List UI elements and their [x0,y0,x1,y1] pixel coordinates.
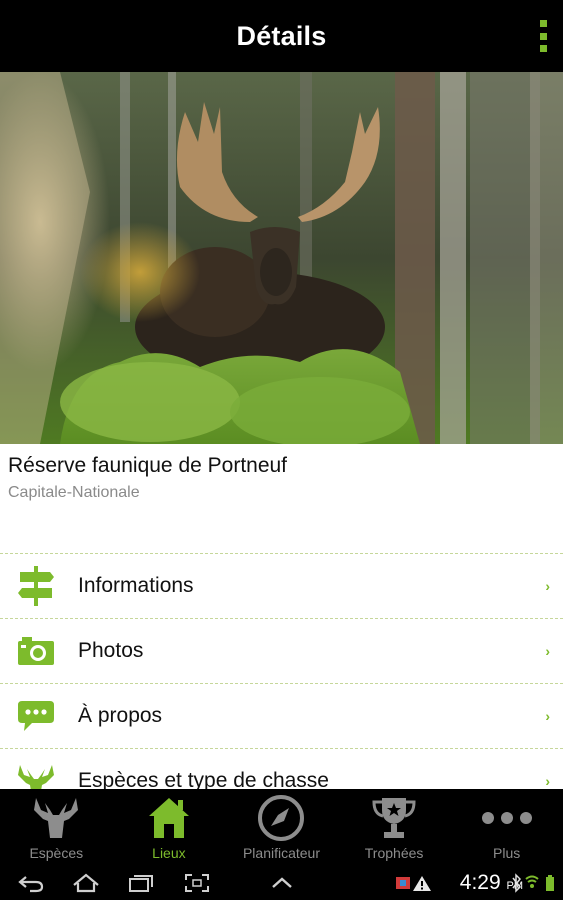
home-icon [147,793,191,843]
place-region: Capitale-Nationale [8,484,140,501]
menu-item-label: Espèces et type de chasse [78,769,329,789]
compass-icon [257,793,305,843]
recent-apps-icon[interactable] [128,873,154,893]
system-bar: 4:29 PM [0,867,563,900]
status-icons [510,873,558,893]
speech-bubble-icon [0,684,72,749]
notification-icons [394,873,454,893]
camera-icon [0,619,72,684]
tab-especes[interactable]: Espèces [0,789,113,867]
action-bar: Détails [0,0,563,72]
menu-item-label: Photos [78,639,144,662]
chevron-right-icon: › [545,708,550,724]
clock-time: 4:29 [459,871,501,894]
hero-photo [0,72,563,444]
screenshot-icon[interactable] [184,873,210,893]
overflow-menu-icon[interactable] [537,20,549,52]
place-name: Réserve faunique de Portneuf [8,454,288,477]
tab-label: Espèces [29,845,84,861]
deer-head-icon [33,793,79,843]
home-nav-icon[interactable] [72,873,100,893]
page-title: Détails [236,20,327,51]
chevron-right-icon: › [545,773,550,789]
signpost-icon [0,554,72,619]
tab-lieux[interactable]: Lieux [113,789,226,867]
app-root: Détails Réserve faunique de Portneuf Cap… [0,0,563,900]
back-icon[interactable] [18,873,44,893]
chevron-up-icon[interactable] [270,873,294,893]
tab-label: Lieux [152,845,186,861]
bottom-tab-bar: Espèces Lieux Planificateur Trophées Plu… [0,789,563,867]
tab-trophees[interactable]: Trophées [338,789,451,867]
menu-item-photos[interactable]: Photos › [0,618,563,683]
tab-planificateur[interactable]: Planificateur [225,789,338,867]
tab-label: Plus [493,845,521,861]
menu-item-a-propos[interactable]: À propos › [0,683,563,748]
place-header: Réserve faunique de Portneuf Capitale-Na… [0,444,563,554]
menu-item-informations[interactable]: Informations › [0,553,563,618]
menu-item-especes-chasse[interactable]: Espèces et type de chasse › [0,748,563,789]
trophy-icon [370,793,418,843]
tab-label: Trophées [364,845,424,861]
detail-menu: Informations › Photos › À propos › Espèc… [0,553,563,789]
tab-label: Planificateur [242,845,320,861]
menu-item-label: À propos [78,704,163,727]
menu-item-label: Informations [78,574,194,597]
tab-plus[interactable]: Plus [450,789,563,867]
chevron-right-icon: › [545,578,550,594]
deer-head-icon [0,749,72,789]
more-dots-icon [480,793,534,843]
chevron-right-icon: › [545,643,550,659]
